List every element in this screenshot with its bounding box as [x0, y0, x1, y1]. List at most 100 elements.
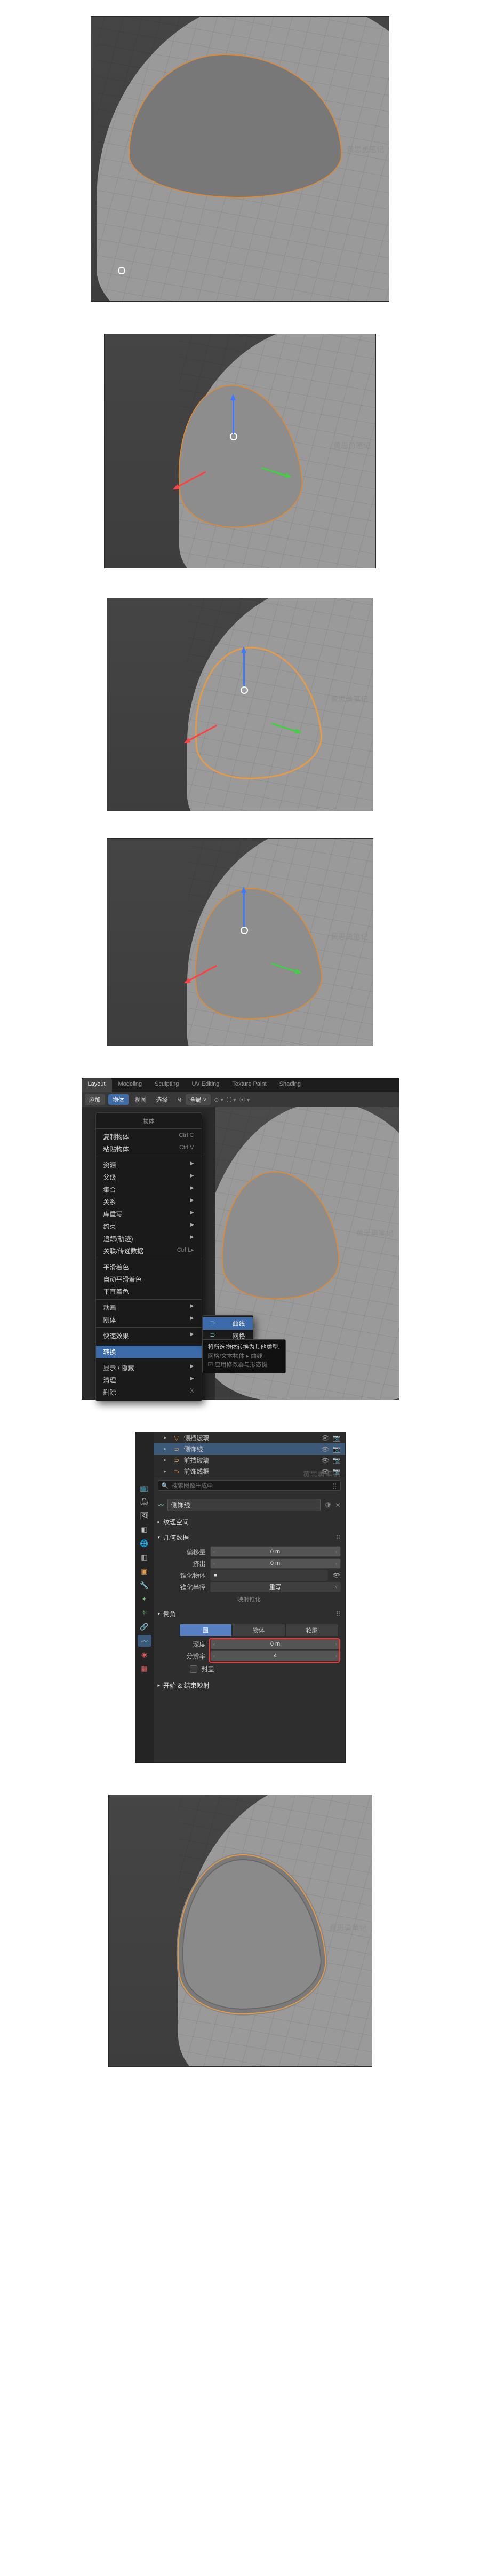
fake-user-icon[interactable]: 🛡	[324, 1502, 332, 1509]
taper-obj-field[interactable]: ■	[210, 1570, 329, 1581]
tab-physics-icon[interactable]: ⚛	[138, 1607, 151, 1619]
section-geometry[interactable]: ▾ 几何数据 ⠿	[158, 1530, 341, 1545]
hide-viewport-icon[interactable]: 👁	[321, 1457, 329, 1464]
menu-item[interactable]: 动画	[96, 1301, 202, 1314]
gizmo-center[interactable]	[241, 927, 248, 934]
filter-icon[interactable]: ⣿	[332, 1482, 337, 1489]
axis-z-arrow[interactable]	[243, 652, 245, 686]
expand-icon[interactable]: ▸	[164, 1457, 170, 1463]
menu-item[interactable]: 刚体	[96, 1314, 202, 1326]
tab-output-icon[interactable]: 🖨	[138, 1496, 151, 1508]
taper-radius-field[interactable]: 重写˅	[210, 1582, 341, 1592]
menu-item[interactable]: 平直着色	[96, 1285, 202, 1298]
hide-render-icon[interactable]: 📷	[333, 1457, 341, 1464]
tab-sculpting[interactable]: Sculpting	[148, 1078, 185, 1092]
hide-render-icon[interactable]: 📷	[333, 1434, 341, 1442]
menu-item[interactable]: 约束	[96, 1220, 202, 1232]
tab-viewlayer-icon[interactable]: 🖼	[138, 1510, 151, 1522]
menu-item[interactable]: 删除X	[96, 1386, 202, 1398]
tab-modeling[interactable]: Modeling	[112, 1078, 149, 1092]
section-bevel[interactable]: ▾ 倒角 ⠿	[158, 1606, 341, 1622]
hide-viewport-icon[interactable]: 👁	[321, 1468, 329, 1475]
menu-item[interactable]: 库重写	[96, 1208, 202, 1220]
viewport-2[interactable]	[104, 334, 376, 568]
menu-item[interactable]: 关系	[96, 1196, 202, 1208]
snap-icon[interactable]: ⊙ ▾	[214, 1096, 223, 1103]
tab-curve-data-icon[interactable]: 〰	[138, 1635, 151, 1647]
panel-menu-icon[interactable]: ⠿	[336, 1534, 341, 1542]
menu-item[interactable]: 清理	[96, 1374, 202, 1386]
eyedropper-icon[interactable]: 👁	[332, 1571, 340, 1579]
outliner-row[interactable]: ▸▽侧挡玻璃👁📷	[154, 1432, 345, 1443]
hide-render-icon[interactable]: 📷	[333, 1445, 341, 1453]
gizmo-center[interactable]	[230, 433, 237, 440]
tab-constraint-icon[interactable]: 🔗	[138, 1621, 151, 1633]
menu-item[interactable]: 关联/传递数据Ctrl L▸	[96, 1245, 202, 1257]
tab-uv[interactable]: UV Editing	[185, 1078, 226, 1092]
tab-render-icon[interactable]: 📺	[138, 1482, 151, 1494]
submenu-item[interactable]: ⊃ 曲线	[203, 1317, 253, 1330]
depth-field[interactable]: ‹0 m›	[210, 1639, 341, 1649]
axis-z-arrow[interactable]	[243, 892, 245, 927]
outliner-row[interactable]: ▸⊃前饰线框👁📷	[154, 1466, 345, 1477]
tab-scene-icon[interactable]: ◧	[138, 1524, 151, 1536]
fill-caps-checkbox[interactable]	[190, 1665, 197, 1673]
bevel-mode-object[interactable]: 物体	[232, 1624, 285, 1637]
orientation-dd[interactable]: 全局 ˅	[186, 1094, 211, 1105]
tab-texture-icon[interactable]: ▦	[138, 1663, 151, 1674]
menu-item[interactable]: 平滑着色	[96, 1261, 202, 1273]
offset-field[interactable]: ‹0 m›	[210, 1546, 341, 1557]
menu-item[interactable]: 显示 / 隐藏	[96, 1362, 202, 1374]
viewport-4[interactable]	[107, 838, 373, 1046]
tab-collection-icon[interactable]: ▥	[138, 1552, 151, 1563]
menu-item[interactable]: 资源	[96, 1159, 202, 1171]
add-menu[interactable]: 添加	[85, 1094, 105, 1105]
menu-item[interactable]: 粘贴物体Ctrl V	[96, 1143, 202, 1155]
section-start-end[interactable]: ▸ 开始 & 结束映射	[158, 1678, 341, 1693]
menu-item[interactable]: 复制物体Ctrl C	[96, 1131, 202, 1143]
tab-shading[interactable]: Shading	[273, 1078, 307, 1092]
resolution-field[interactable]: ‹4›	[210, 1650, 341, 1661]
tab-modifier-icon[interactable]: 🔧	[138, 1579, 151, 1591]
hide-render-icon[interactable]: 📷	[333, 1468, 341, 1475]
menu-item[interactable]: 父级	[96, 1171, 202, 1183]
hide-viewport-icon[interactable]: 👁	[321, 1434, 329, 1442]
bevel-mode-round[interactable]: 圆	[179, 1624, 233, 1637]
tab-texpaint[interactable]: Texture Paint	[226, 1078, 273, 1092]
expand-icon[interactable]: ▸	[164, 1468, 170, 1474]
axis-z-arrow[interactable]	[233, 399, 234, 434]
tab-material-icon[interactable]: ◉	[138, 1649, 151, 1661]
bevel-mode-profile[interactable]: 轮廓	[285, 1624, 339, 1637]
viewport-1[interactable]	[91, 16, 389, 302]
menu-item[interactable]: 转换	[96, 1346, 202, 1358]
unlink-icon[interactable]: ✕	[335, 1502, 340, 1509]
viewport-3[interactable]	[107, 598, 373, 811]
pivot-icon[interactable]: ⸬ ▾	[227, 1096, 236, 1104]
curve-name-field[interactable]: 侧饰线	[167, 1499, 321, 1511]
gizmo-center[interactable]	[241, 686, 248, 694]
orientation-icon[interactable]: ↯	[178, 1096, 182, 1103]
viewport-7[interactable]	[108, 1795, 372, 2067]
menu-item[interactable]: 集合	[96, 1183, 202, 1196]
tab-particle-icon[interactable]: ✦	[138, 1593, 151, 1605]
menu-item[interactable]: 快速效果	[96, 1330, 202, 1342]
menu-item[interactable]: 自动平滑着色	[96, 1273, 202, 1285]
panel-menu-icon[interactable]: ⠿	[336, 1610, 341, 1618]
hide-viewport-icon[interactable]: 👁	[321, 1445, 329, 1453]
proportional-icon[interactable]: ⦿ ▾	[239, 1095, 250, 1104]
tab-layout[interactable]: Layout	[82, 1078, 112, 1092]
expand-icon[interactable]: ▸	[164, 1435, 170, 1441]
menu-item[interactable]: 追踪(轨迹)	[96, 1232, 202, 1245]
extrude-field[interactable]: ‹0 m›	[210, 1558, 341, 1569]
expand-icon[interactable]: ▸	[164, 1446, 170, 1452]
tab-world-icon[interactable]: 🌐	[138, 1538, 151, 1550]
view-menu[interactable]: 视图	[132, 1095, 150, 1104]
mode-selector[interactable]: 物体	[108, 1094, 129, 1105]
tab-object-icon[interactable]: ▣	[138, 1566, 151, 1577]
outliner-row[interactable]: ▸⊃侧饰线👁📷	[154, 1443, 345, 1455]
section-texspace[interactable]: ▸ 纹理空间	[158, 1514, 341, 1530]
gizmo-origin[interactable]	[118, 267, 125, 274]
data-search[interactable]: 🔍 搜索图像生成中 ⣿	[158, 1480, 341, 1491]
outliner-row[interactable]: ▸⊃前挡玻璃👁📷	[154, 1455, 345, 1466]
select-menu[interactable]: 选择	[153, 1095, 171, 1104]
